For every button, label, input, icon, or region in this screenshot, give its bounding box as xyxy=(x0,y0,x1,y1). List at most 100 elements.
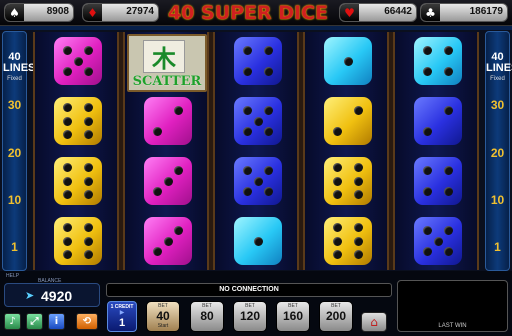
die-pip xyxy=(84,249,94,259)
right-lines-panel: 40 LINES Fixed 30 20 10 1 xyxy=(485,31,512,271)
fullscreen-button[interactable]: ⤢ xyxy=(26,313,43,330)
bet-value: 40 xyxy=(156,309,170,323)
die-pip xyxy=(62,223,72,233)
info-button[interactable]: i xyxy=(48,313,65,330)
die-pip xyxy=(152,187,162,197)
die-pip xyxy=(332,176,342,186)
die-pip xyxy=(422,67,432,77)
help-label: HELP xyxy=(6,273,20,279)
sound-icon: ♪ xyxy=(9,316,16,327)
bet-value: 120 xyxy=(239,309,261,323)
die-yellow xyxy=(324,217,372,265)
die-blue xyxy=(234,37,282,85)
die-pip xyxy=(264,165,274,175)
lines-fixed: Fixed xyxy=(490,76,505,82)
home-icon: ⌂ xyxy=(370,315,378,329)
die-cyan xyxy=(234,217,282,265)
sound-button[interactable]: ♪ xyxy=(4,313,21,330)
die-pip xyxy=(62,67,72,77)
die-pip xyxy=(242,187,252,197)
bet-value: 80 xyxy=(200,309,214,323)
line-number: 1 xyxy=(11,240,18,254)
last-win-label: LAST WIN xyxy=(438,323,467,329)
line-number: 20 xyxy=(490,146,505,160)
die-pip xyxy=(242,127,252,137)
bet-button-160[interactable]: BET 160 xyxy=(276,301,310,332)
autoplay-icon: ⟲ xyxy=(82,316,92,327)
die-yellow xyxy=(54,157,102,205)
die-pip xyxy=(84,45,94,55)
die-pip xyxy=(354,189,364,199)
die-pip xyxy=(84,189,94,199)
die-yellow xyxy=(54,97,102,145)
die-pip xyxy=(62,249,72,259)
autoplay-button[interactable]: ⟲ xyxy=(76,313,98,330)
die-pip xyxy=(444,225,454,235)
info-icon: i xyxy=(54,316,59,327)
die-pip xyxy=(62,116,72,126)
bet-button-200[interactable]: BET 200 xyxy=(319,301,353,332)
lines-indicator: 40 LINES Fixed xyxy=(3,52,35,85)
credit-button[interactable]: 1 CREDIT ▶ 1 xyxy=(107,301,137,332)
die-yellow xyxy=(324,157,372,205)
die-pip xyxy=(174,165,184,175)
die-pip xyxy=(62,45,72,55)
die-blue xyxy=(234,157,282,205)
lines-label: LINES xyxy=(3,62,36,74)
die-pip xyxy=(332,127,342,137)
bet-button-80[interactable]: BET 80 xyxy=(190,301,224,332)
die-cyan xyxy=(324,37,372,85)
die-pip xyxy=(174,225,184,235)
die-pip xyxy=(422,127,432,137)
die-pip xyxy=(422,165,432,175)
jackpot-value: 8908 xyxy=(46,6,69,17)
die-pip xyxy=(444,165,454,175)
lines-fixed: Fixed xyxy=(7,76,22,82)
die-pip xyxy=(444,67,454,77)
die-pip xyxy=(422,45,432,55)
die-pip xyxy=(242,105,252,115)
home-button[interactable]: ⌂ xyxy=(361,312,387,332)
die-pip xyxy=(332,189,342,199)
die-pip xyxy=(354,249,364,259)
die-pip xyxy=(253,116,263,126)
die-pip xyxy=(84,67,94,77)
die-pip xyxy=(332,223,342,233)
die-pip xyxy=(84,176,94,186)
die-pip xyxy=(84,163,94,173)
die-pip xyxy=(444,247,454,257)
die-pip xyxy=(163,236,173,246)
die-pip xyxy=(264,67,274,77)
coins-icon: ➤ xyxy=(25,290,35,302)
jackpot-hearts: ♥ 66442 xyxy=(339,3,417,22)
die-cyan xyxy=(414,37,462,85)
die-pink xyxy=(54,37,102,85)
die-pip xyxy=(73,56,83,66)
line-number: 10 xyxy=(7,193,22,207)
header-strip xyxy=(0,26,512,30)
die-pip xyxy=(433,236,443,246)
die-pip xyxy=(264,127,274,137)
die-pip xyxy=(174,105,184,115)
bet-button-120[interactable]: BET 120 xyxy=(233,301,267,332)
die-pip xyxy=(354,105,364,115)
die-yellow xyxy=(324,97,372,145)
die-pip xyxy=(354,176,364,186)
die-blue xyxy=(234,97,282,145)
die-pip xyxy=(84,103,94,113)
spades-icon: ♠ xyxy=(5,4,24,21)
die-pip xyxy=(354,236,364,246)
scatter-label: SCATTER xyxy=(132,74,202,89)
die-pip xyxy=(62,189,72,199)
die-pip xyxy=(152,247,162,257)
lines-indicator: 40 LINES Fixed xyxy=(486,52,512,85)
jackpot-value: 66442 xyxy=(384,6,412,17)
left-lines-panel: 40 LINES Fixed 30 20 10 1 xyxy=(2,31,35,271)
status-message: NO CONNECTION xyxy=(106,283,392,297)
die-pip xyxy=(444,105,454,115)
bet-button-40[interactable]: BET 40 Start xyxy=(146,301,180,332)
clubs-icon: ♣ xyxy=(421,4,440,21)
reels-area: 木 SCATTER xyxy=(33,32,479,270)
lines-label: LINES xyxy=(486,62,512,74)
die-pip xyxy=(62,163,72,173)
